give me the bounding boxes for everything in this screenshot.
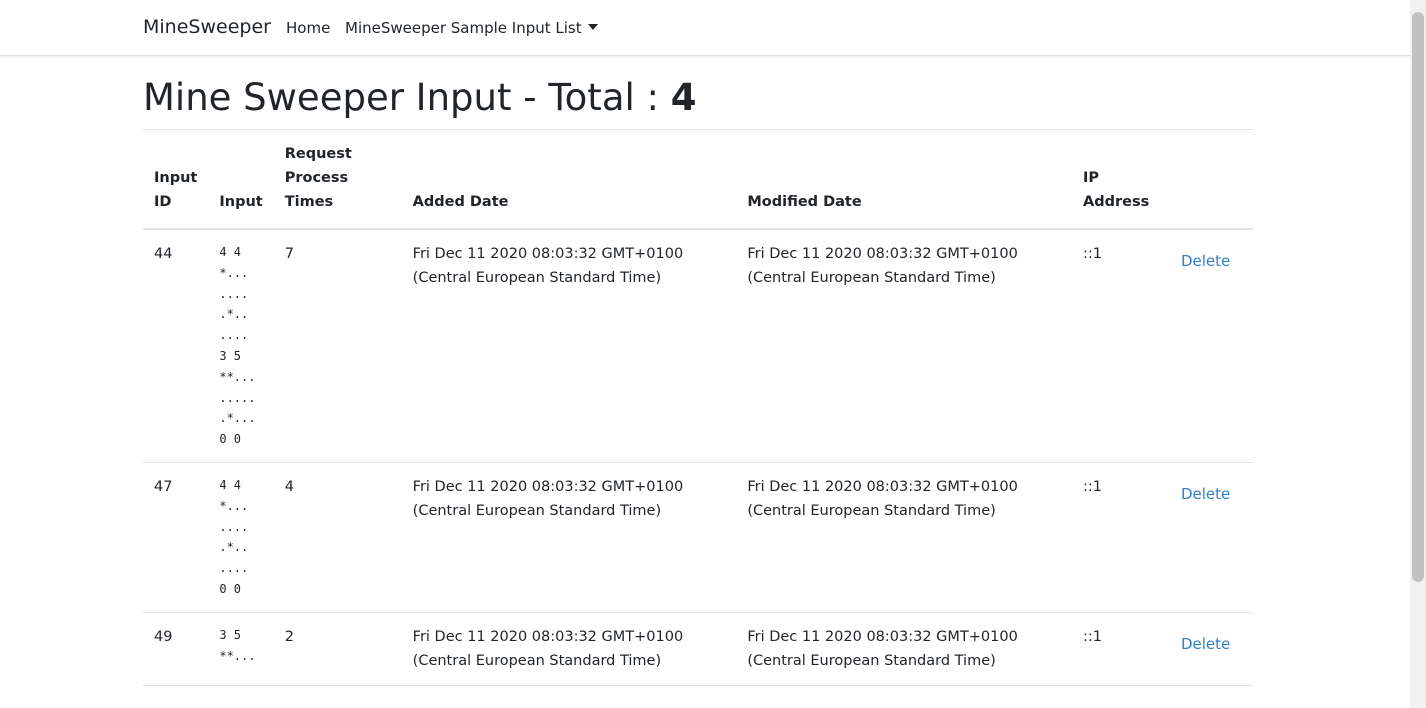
- table-header-row: Input ID Input Request Process Times Added …: [143, 130, 1253, 230]
- cell-actions: Delete: [1169, 462, 1253, 613]
- caret-down-icon: [587, 24, 598, 30]
- header-modified-line-1: Modified Date: [747, 194, 862, 210]
- page-title-total: 4: [670, 76, 697, 119]
- header-added-date: Added Date: [401, 130, 737, 230]
- delete-button[interactable]: Delete: [1181, 482, 1230, 506]
- header-actions: [1169, 130, 1253, 230]
- cell-input-id: 47: [143, 462, 209, 613]
- page-title-text: Mine Sweeper Input - Total :: [143, 76, 671, 119]
- header-times-line-2: Process: [284, 170, 349, 186]
- table-row: 49 3 5 **... 2 Fri Dec 11 2020 08:03:32 …: [143, 612, 1253, 686]
- cell-added-date: Fri Dec 11 2020 08:03:32 GMT+0100 (Centr…: [401, 612, 737, 686]
- cell-request-times: 4: [273, 462, 402, 613]
- page-title: Mine Sweeper Input - Total : 4: [143, 76, 697, 119]
- nav-dropdown-label: MineSweeper Sample Input List: [345, 19, 582, 37]
- header-modified-date: Modified Date: [736, 130, 1072, 230]
- header-input-id: Input ID: [143, 130, 209, 230]
- input-text: 4 4 *... .... .*.. .... 0 0: [219, 477, 249, 596]
- cell-modified-date: Fri Dec 11 2020 08:03:32 GMT+0100 (Centr…: [736, 229, 1072, 463]
- cell-input: 4 4 *... .... .*.. .... 3 5 **... ..... …: [208, 229, 274, 463]
- cell-request-times: 2: [273, 612, 402, 686]
- nav-dropdown-sample-input-list[interactable]: MineSweeper Sample Input List: [345, 19, 598, 37]
- cell-added-date: Fri Dec 11 2020 08:03:32 GMT+0100 (Centr…: [401, 462, 737, 613]
- cell-ip-address: ::1: [1072, 612, 1170, 686]
- cell-input-id: 44: [143, 229, 209, 463]
- cell-modified-date: Fri Dec 11 2020 08:03:32 GMT+0100 (Centr…: [736, 462, 1072, 613]
- cell-request-times: 7: [273, 229, 402, 463]
- header-input: Input: [208, 130, 274, 230]
- cell-added-date: Fri Dec 11 2020 08:03:32 GMT+0100 (Centr…: [401, 229, 737, 463]
- cell-actions: Delete: [1169, 229, 1253, 463]
- cell-ip-address: ::1: [1072, 229, 1170, 463]
- header-ip-line-1: IP: [1083, 170, 1100, 186]
- scrollbar-thumb[interactable]: [1412, 12, 1424, 582]
- header-times-line-1: Request: [284, 146, 352, 162]
- table-row: 44 4 4 *... .... .*.. .... 3 5 **... ...…: [143, 229, 1253, 463]
- header-request-process-times: Request Process Times: [273, 130, 402, 230]
- cell-modified-date: Fri Dec 11 2020 08:03:32 GMT+0100 (Centr…: [736, 612, 1072, 686]
- header-input-line-1: Input: [219, 194, 263, 210]
- cell-input: 4 4 *... .... .*.. .... 0 0: [208, 462, 274, 613]
- delete-button[interactable]: Delete: [1181, 249, 1230, 273]
- header-times-line-3: Times: [284, 194, 334, 210]
- input-text: 4 4 *... .... .*.. .... 3 5 **... ..... …: [219, 245, 256, 447]
- input-text: 3 5 **...: [219, 627, 256, 663]
- navbar-brand[interactable]: MineSweeper: [143, 16, 271, 38]
- cell-ip-address: ::1: [1072, 462, 1170, 613]
- cell-input-id: 49: [143, 612, 209, 686]
- cell-input: 3 5 **...: [208, 612, 274, 686]
- header-ip-line-2: Address: [1083, 194, 1150, 210]
- header-added-line-1: Added Date: [412, 194, 509, 210]
- top-navbar: MineSweeper Home MineSweeper Sample Inpu…: [0, 0, 1410, 56]
- header-ip-address: IP Address: [1072, 130, 1170, 230]
- header-input-id-line-1: Input: [154, 170, 198, 186]
- nav-link-home[interactable]: Home: [286, 19, 330, 37]
- delete-button[interactable]: Delete: [1181, 632, 1230, 656]
- cell-actions: Delete: [1169, 612, 1253, 686]
- minesweeper-input-table: Input ID Input Request Process Times Added …: [143, 130, 1253, 686]
- table-row: 47 4 4 *... .... .*.. .... 0 0 4 Fri Dec…: [143, 462, 1253, 613]
- header-input-id-line-2: ID: [154, 194, 172, 210]
